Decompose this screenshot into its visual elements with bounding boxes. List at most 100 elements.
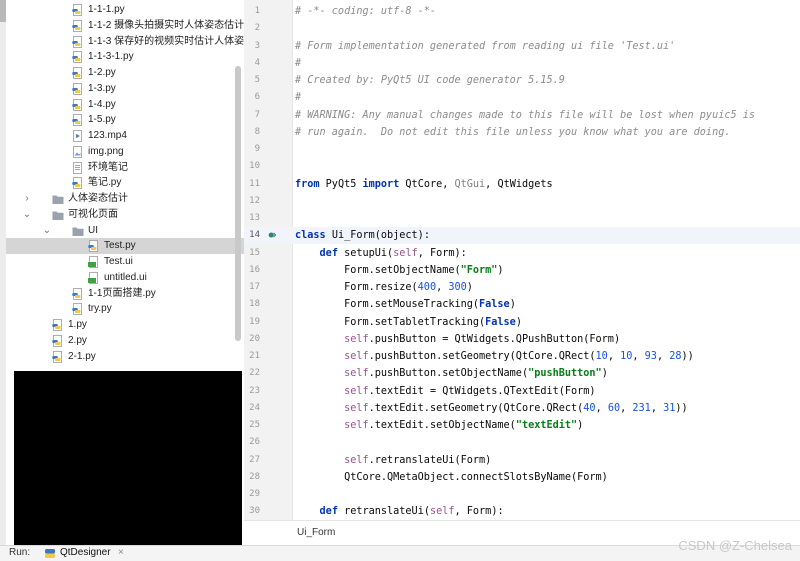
code-line[interactable]: 20 self.pushButton = QtWidgets.QPushButt… <box>244 331 800 348</box>
tree-file-item[interactable]: 1-1-3-1.py <box>6 49 244 65</box>
code-line[interactable]: 23 self.textEdit = QtWidgets.QTextEdit(F… <box>244 383 800 400</box>
code-token: setupUi( <box>344 247 394 259</box>
tree-item-label: 可视化页面 <box>68 208 118 220</box>
python-file-icon <box>72 287 82 300</box>
code-line[interactable]: 6 # <box>244 89 800 106</box>
code-line[interactable]: 3 # Form implementation generated from re… <box>244 38 800 55</box>
code-token: , <box>607 351 621 362</box>
code-token: ) <box>497 264 504 276</box>
line-number: 3 <box>254 40 260 51</box>
code-text: self.pushButton = QtWidgets.QPushButton(… <box>295 331 620 348</box>
code-line[interactable]: 12 <box>244 193 800 210</box>
tree-folder-item[interactable]: ⌄ 可视化页面 <box>6 207 244 223</box>
tree-folder-item[interactable]: › 人体姿态估计 <box>6 191 244 207</box>
code-line[interactable]: 19 Form.setTabletTracking(False) <box>244 314 800 331</box>
code-line[interactable]: 30 def retranslateUi(self, Form): <box>244 503 800 520</box>
chevron-down-icon[interactable]: ⌄ <box>42 223 52 239</box>
tree-item-label: 人体姿态估计 <box>68 193 128 204</box>
code-token: # -*- coding: utf-8 -*- <box>295 6 437 17</box>
code-editor[interactable]: 1 # -*- coding: utf-8 -*- 2 3 # Form impleme… <box>244 0 800 520</box>
code-line[interactable]: 11 from PyQt5 import QtCore, QtGui, QtWid… <box>244 176 800 193</box>
tree-file-item[interactable]: Test.ui <box>6 254 244 270</box>
code-line[interactable]: 4 # <box>244 55 800 72</box>
tree-item-label: 123.mp4 <box>88 130 127 141</box>
code-line[interactable]: 2 <box>244 20 800 37</box>
code-token: # WARNING: Any manual changes made to th… <box>295 109 756 121</box>
code-line[interactable]: 27 self.retranslateUi(Form) <box>244 452 800 469</box>
code-line[interactable]: 1 # -*- coding: utf-8 -*- <box>244 3 800 20</box>
folder-icon <box>72 227 84 236</box>
code-text: # <box>295 55 301 72</box>
line-number: 13 <box>249 213 260 223</box>
code-line[interactable]: 7 # WARNING: Any manual changes made to t… <box>244 107 800 124</box>
code-token: ) <box>509 299 516 311</box>
code-line[interactable]: 21 self.pushButton.setGeometry(QtCore.QR… <box>244 348 800 365</box>
code-text: self.pushButton.setGeometry(QtCore.QRect… <box>295 348 694 365</box>
python-file-icon <box>72 177 82 190</box>
code-line[interactable]: 13 <box>244 210 800 227</box>
chevron-down-icon[interactable]: ⌄ <box>22 207 32 223</box>
tree-file-item[interactable]: 1-2.py <box>6 65 244 81</box>
tree-file-item[interactable]: 1-1-1.py <box>6 2 244 18</box>
breadcrumb-item-ui-form[interactable]: Ui_Form <box>297 527 335 538</box>
code-line[interactable]: 14 class Ui_Form(object): <box>244 227 800 245</box>
tree-file-item[interactable]: 1-1页面搭建.py <box>6 286 244 302</box>
project-tree-scrollbar[interactable] <box>235 66 241 341</box>
code-text: self.textEdit.setObjectName("textEdit") <box>295 417 583 434</box>
tree-item-label: 1-1-2 摄像头拍摄实时人体姿态估计.p <box>88 19 244 31</box>
tree-file-item[interactable]: 1-1-3 保存好的视频实时估计人体姿态 <box>6 34 244 50</box>
code-text: self.pushButton.setObjectName("pushButto… <box>295 365 608 382</box>
line-number: 1 <box>254 6 260 16</box>
code-token: 300 <box>448 282 467 293</box>
code-token: self <box>429 506 455 518</box>
tree-file-item[interactable]: 1-3.py <box>6 81 244 97</box>
code-text: Form.setTabletTracking(False) <box>295 314 522 331</box>
run-label: Run: <box>9 547 31 558</box>
tree-file-item[interactable]: 1.py <box>6 317 244 333</box>
implemented-marker-icon[interactable] <box>268 231 276 239</box>
code-line[interactable]: 18 Form.setMouseTracking(False) <box>244 296 800 313</box>
code-line[interactable]: 10 <box>244 158 800 175</box>
code-line[interactable]: 26 <box>244 434 800 451</box>
code-line[interactable]: 29 <box>244 486 800 503</box>
tree-file-item[interactable]: 123.mp4 <box>6 128 244 144</box>
tree-file-item[interactable]: 2-1.py <box>6 349 244 365</box>
python-file-icon <box>72 51 82 64</box>
code-line[interactable]: 24 self.textEdit.setGeometry(QtCore.QRec… <box>244 400 800 417</box>
tree-file-item[interactable]: 2.py <box>6 333 244 349</box>
tree-file-item[interactable]: Test.py <box>6 238 244 255</box>
line-number: 29 <box>249 489 260 499</box>
code-line[interactable]: 16 Form.setObjectName("Form") <box>244 262 800 279</box>
code-line[interactable]: 17 Form.resize(400, 300) <box>244 279 800 296</box>
code-token: Form.setTabletTracking( <box>295 316 486 328</box>
chevron-right-icon[interactable]: › <box>22 191 32 207</box>
tree-item-label: try.py <box>88 303 112 315</box>
tree-file-item[interactable]: try.py <box>6 301 244 317</box>
tree-file-item[interactable]: 环境笔记 <box>6 160 244 176</box>
tree-item-label: 1-1-3-1.py <box>88 51 134 63</box>
code-token: self <box>295 402 369 414</box>
close-icon[interactable]: × <box>118 547 124 558</box>
code-text: def setupUi(self, Form): <box>295 245 467 262</box>
tree-folder-item[interactable]: ⌄ UI <box>6 223 244 239</box>
line-number: 2 <box>254 23 260 34</box>
code-token: QtCore.QMetaObject.connectSlotsByName(Fo… <box>295 471 608 483</box>
code-line[interactable]: 28 QtCore.QMetaObject.connectSlotsByName… <box>244 469 800 486</box>
code-line[interactable]: 8 # run again. Do not edit this file unle… <box>244 124 800 141</box>
code-line[interactable]: 5 # Created by: PyQt5 UI code generator 5… <box>244 72 800 89</box>
code-line[interactable]: 22 self.pushButton.setObjectName("pushBu… <box>244 365 800 382</box>
ui-file-icon <box>88 271 98 284</box>
code-line[interactable]: 15 def setupUi(self, Form): <box>244 245 800 262</box>
code-line[interactable]: 25 self.textEdit.setObjectName("textEdit… <box>244 417 800 434</box>
code-line[interactable]: 9 <box>244 141 800 158</box>
tree-file-item[interactable]: 1-4.py <box>6 97 244 113</box>
code-token: ) <box>466 282 473 293</box>
code-token: "textEdit" <box>515 420 578 431</box>
tree-file-item[interactable]: untitled.ui <box>6 270 244 286</box>
tree-file-item[interactable]: 笔记.py <box>6 175 244 191</box>
tree-file-item[interactable]: 1-1-2 摄像头拍摄实时人体姿态估计.p <box>6 18 244 34</box>
tree-file-item[interactable]: img.png <box>6 144 244 160</box>
tree-file-item[interactable]: 1-5.py <box>6 112 244 128</box>
run-tab-qtdesigner[interactable]: QtDesigner <box>60 547 111 558</box>
